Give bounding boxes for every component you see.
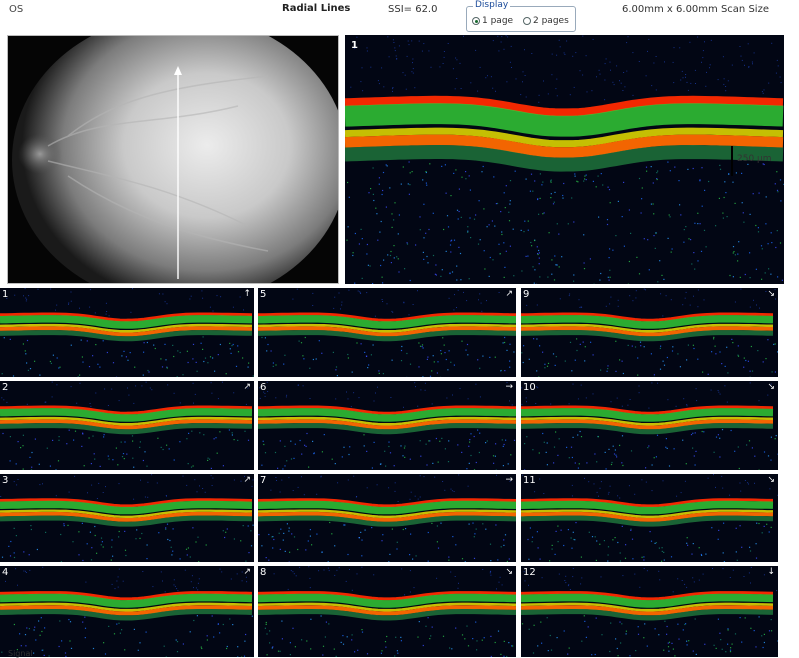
display-legend: Display (473, 0, 510, 10)
fundus-image[interactable] (7, 35, 339, 284)
bscan-thumbnail-3[interactable]: 3↗ (0, 474, 254, 562)
display-option-label: 2 pages (533, 16, 569, 26)
thumbnail-number: 12 (523, 567, 536, 578)
fundus-svg (8, 36, 339, 284)
bscan-thumbnail-9[interactable]: 9↘ (521, 288, 778, 377)
main-bscan-svg (345, 35, 784, 284)
bscan-thumbnail-svg (0, 381, 254, 470)
bscan-thumbnail-svg (0, 474, 254, 562)
bscan-thumbnail-svg (521, 288, 778, 377)
thumbnail-number: 5 (260, 289, 266, 300)
bscan-thumbnail-11[interactable]: 11 ↘ (521, 474, 778, 562)
thumbnail-number: 9 (523, 289, 529, 300)
display-group: Display 1 page 2 pages (466, 6, 576, 32)
bscan-thumbnail-svg (258, 381, 516, 470)
scan-direction-icon: ↗ (243, 382, 251, 392)
scan-direction-icon: ↓ (767, 567, 775, 577)
bscan-thumbnail-10[interactable]: 10 ↘ (521, 381, 778, 470)
scan-direction-icon: ↗ (243, 567, 251, 577)
radio-unselected-icon[interactable] (523, 17, 531, 25)
bscan-thumbnail-svg (521, 474, 778, 562)
bscan-thumbnail-svg (0, 566, 254, 657)
scan-direction-icon: ↘ (505, 567, 513, 577)
thumbnail-number: 11 (523, 475, 536, 486)
display-option-2-pages[interactable]: 2 pages (523, 16, 569, 26)
scan-size: 6.00mm x 6.00mm Scan Size (622, 4, 769, 15)
report-title: Radial Lines (282, 3, 350, 14)
bscan-thumbnail-svg (258, 566, 516, 657)
thumbnail-number: 4 (2, 567, 8, 578)
radio-selected-icon[interactable] (472, 17, 480, 25)
bscan-thumbnail-svg (258, 474, 516, 562)
scan-direction-icon: ↑ (243, 289, 251, 299)
bscan-thumbnail-svg (258, 288, 516, 377)
bscan-thumbnail-6[interactable]: 6→ (258, 381, 516, 470)
display-option-1-page[interactable]: 1 page (472, 16, 513, 26)
thumbnail-number: 3 (2, 475, 8, 486)
report-header: OS Radial Lines SSI= 62.0 Display 1 page… (0, 0, 799, 34)
bscan-thumbnail-svg (521, 566, 778, 657)
eye-label: OS (9, 4, 23, 15)
bscan-thumbnail-grid: 1↑2↗3↗4↗5↗6→7→8↘9↘10↘11↘12↓ (0, 288, 780, 657)
ssi-value: SSI= 62.0 (388, 4, 437, 15)
bscan-thumbnail-svg (0, 288, 254, 377)
scale-label: 250 µm (737, 154, 772, 164)
scan-direction-icon: ↘ (767, 382, 775, 392)
optic-disc (18, 134, 62, 174)
scan-direction-icon: → (505, 475, 513, 485)
scan-direction-icon: → (505, 382, 513, 392)
display-option-label: 1 page (482, 16, 513, 26)
thumbnail-number: 8 (260, 567, 266, 578)
bscan-thumbnail-5[interactable]: 5↗ (258, 288, 516, 377)
thumbnail-number: 7 (260, 475, 266, 486)
thumbnail-number: 1 (2, 289, 8, 300)
bscan-thumbnail-8[interactable]: 8↘ (258, 566, 516, 657)
scale-bar (731, 146, 733, 176)
main-bscan[interactable] (345, 35, 784, 284)
scan-direction-icon: ↗ (505, 289, 513, 299)
thumbnail-number: 10 (523, 382, 536, 393)
thumbnail-number: 2 (2, 382, 8, 393)
main-scan-number: 1 (351, 40, 358, 51)
bscan-thumbnail-4[interactable]: 4↗ (0, 566, 254, 657)
bscan-thumbnail-12[interactable]: 12 ↓ (521, 566, 778, 657)
scan-direction-icon: ↗ (243, 475, 251, 485)
thumbnail-number: 6 (260, 382, 266, 393)
scan-direction-icon: ↘ (767, 475, 775, 485)
bscan-thumbnail-svg (521, 381, 778, 470)
bscan-thumbnail-7[interactable]: 7→ (258, 474, 516, 562)
bscan-thumbnail-2[interactable]: 2↗ (0, 381, 254, 470)
bscan-thumbnail-1[interactable]: 1↑ (0, 288, 254, 377)
scan-direction-icon: ↘ (767, 289, 775, 299)
